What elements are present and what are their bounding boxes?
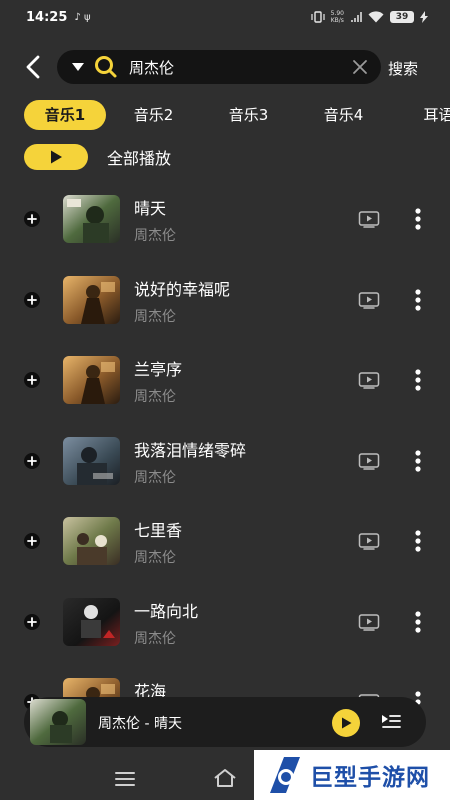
song-row-woluolei[interactable]: 我落泪情绪零碎周杰伦: [0, 431, 450, 491]
plus-circle-icon[interactable]: [23, 210, 41, 228]
song-artist: 周杰伦: [134, 630, 176, 647]
search-input[interactable]: [129, 58, 351, 76]
more-vertical-icon[interactable]: [410, 203, 426, 235]
album-cover[interactable]: [63, 195, 120, 243]
search-button[interactable]: 搜索: [388, 58, 418, 79]
album-cover[interactable]: [63, 275, 120, 324]
watermark: 巨型手游网: [254, 750, 450, 800]
album-cover-image: [30, 699, 86, 745]
mini-player-cover[interactable]: [30, 699, 86, 745]
status-notification-icons: ♪ ψ: [74, 11, 91, 23]
back-icon[interactable]: [20, 52, 48, 82]
song-title[interactable]: 说好的幸福呢: [134, 276, 230, 300]
status-right: 5.90 KB/s 39: [311, 10, 428, 24]
album-cover[interactable]: [63, 597, 120, 646]
charging-icon: [420, 11, 428, 23]
play-icon: [342, 717, 352, 729]
tab-music-3[interactable]: 音乐3: [201, 100, 296, 130]
plus-circle-icon[interactable]: [23, 452, 41, 470]
battery-indicator: 39: [390, 11, 414, 23]
plus-circle-icon[interactable]: [23, 532, 41, 550]
song-row-qilixiang[interactable]: 七里香 周杰伦: [0, 511, 450, 571]
net-speed-unit: KB/s: [330, 17, 344, 24]
more-vertical-icon[interactable]: [410, 606, 426, 638]
triangle-down-icon[interactable]: [71, 61, 85, 73]
song-row-qingtian[interactable]: 晴天 周杰伦: [0, 189, 450, 249]
song-artist: 周杰伦: [134, 469, 176, 486]
tab-music-4[interactable]: 音乐4: [296, 100, 391, 130]
song-artist: 周杰伦: [134, 308, 176, 325]
watermark-logo: [270, 757, 300, 793]
song-artist: 周杰伦: [134, 389, 176, 405]
plus-circle-icon[interactable]: [23, 291, 41, 309]
tab-music-2[interactable]: 音乐2: [106, 100, 201, 130]
more-vertical-icon[interactable]: [410, 525, 426, 557]
video-icon[interactable]: [358, 371, 380, 389]
status-bar: 14:25 ♪ ψ 5.90 KB/s 39: [0, 0, 450, 34]
watermark-text: 巨型手游网: [310, 765, 430, 791]
play-all-button[interactable]: [24, 144, 88, 170]
song-artist: 周杰伦: [134, 550, 176, 566]
album-cover[interactable]: [63, 356, 120, 404]
tab-music-1[interactable]: 音乐1: [24, 100, 106, 130]
song-row-shuohao[interactable]: 说好的幸福呢 周杰伦: [0, 270, 450, 330]
tab-music-5[interactable]: 耳语: [391, 100, 450, 130]
video-icon[interactable]: [358, 613, 380, 631]
video-icon[interactable]: [358, 291, 380, 309]
song-title[interactable]: 一路向北: [134, 598, 198, 622]
play-all-label: 全部播放: [107, 149, 172, 168]
play-all-row[interactable]: 全部播放: [24, 144, 171, 170]
search-icon: [95, 56, 117, 78]
album-cover-image: [63, 436, 120, 485]
song-artist: 周杰伦: [134, 228, 176, 244]
album-cover[interactable]: [63, 436, 120, 485]
video-icon[interactable]: [358, 210, 380, 228]
play-icon: [51, 150, 62, 164]
playlist-icon[interactable]: [380, 712, 402, 732]
menu-icon[interactable]: [114, 770, 136, 788]
video-icon[interactable]: [358, 532, 380, 550]
mini-player[interactable]: 周杰伦 - 晴天: [24, 697, 426, 747]
plus-circle-icon[interactable]: [23, 613, 41, 631]
wifi-icon: [368, 11, 384, 23]
song-row-yiluxiangbei[interactable]: 一路向北 周杰伦: [0, 592, 450, 652]
home-icon[interactable]: [212, 767, 238, 789]
status-time: 14:25: [26, 9, 68, 25]
category-tabs: 音乐1 音乐2 音乐3 音乐4 耳语: [24, 100, 450, 130]
mini-play-button[interactable]: [332, 709, 360, 737]
song-row-lantingxu[interactable]: 兰亭序 周杰伦: [0, 350, 450, 410]
album-cover-image: [63, 275, 120, 324]
album-cover-image: [63, 356, 120, 404]
now-playing-text[interactable]: 周杰伦 - 晴天: [98, 713, 182, 733]
song-title[interactable]: 七里香: [134, 517, 182, 541]
song-title[interactable]: 兰亭序: [134, 356, 182, 380]
net-speed: 5.90 KB/s: [331, 10, 344, 24]
close-icon[interactable]: [351, 58, 369, 76]
vibrate-icon: [311, 11, 325, 23]
song-title[interactable]: 晴天: [134, 195, 166, 219]
album-cover[interactable]: [63, 517, 120, 565]
search-box[interactable]: [57, 50, 381, 84]
album-cover-image: [63, 597, 120, 646]
more-vertical-icon[interactable]: [410, 364, 426, 396]
more-vertical-icon[interactable]: [410, 284, 426, 316]
more-vertical-icon[interactable]: [410, 445, 426, 477]
status-left: 14:25 ♪ ψ: [26, 10, 91, 25]
signal-icon: [351, 12, 362, 22]
net-speed-value: 5.90: [330, 10, 344, 17]
song-title[interactable]: 我落泪情绪零碎: [134, 437, 246, 461]
video-icon[interactable]: [358, 452, 380, 470]
plus-circle-icon[interactable]: [23, 371, 41, 389]
album-cover-image: [63, 517, 120, 565]
album-cover-image: [63, 195, 120, 243]
